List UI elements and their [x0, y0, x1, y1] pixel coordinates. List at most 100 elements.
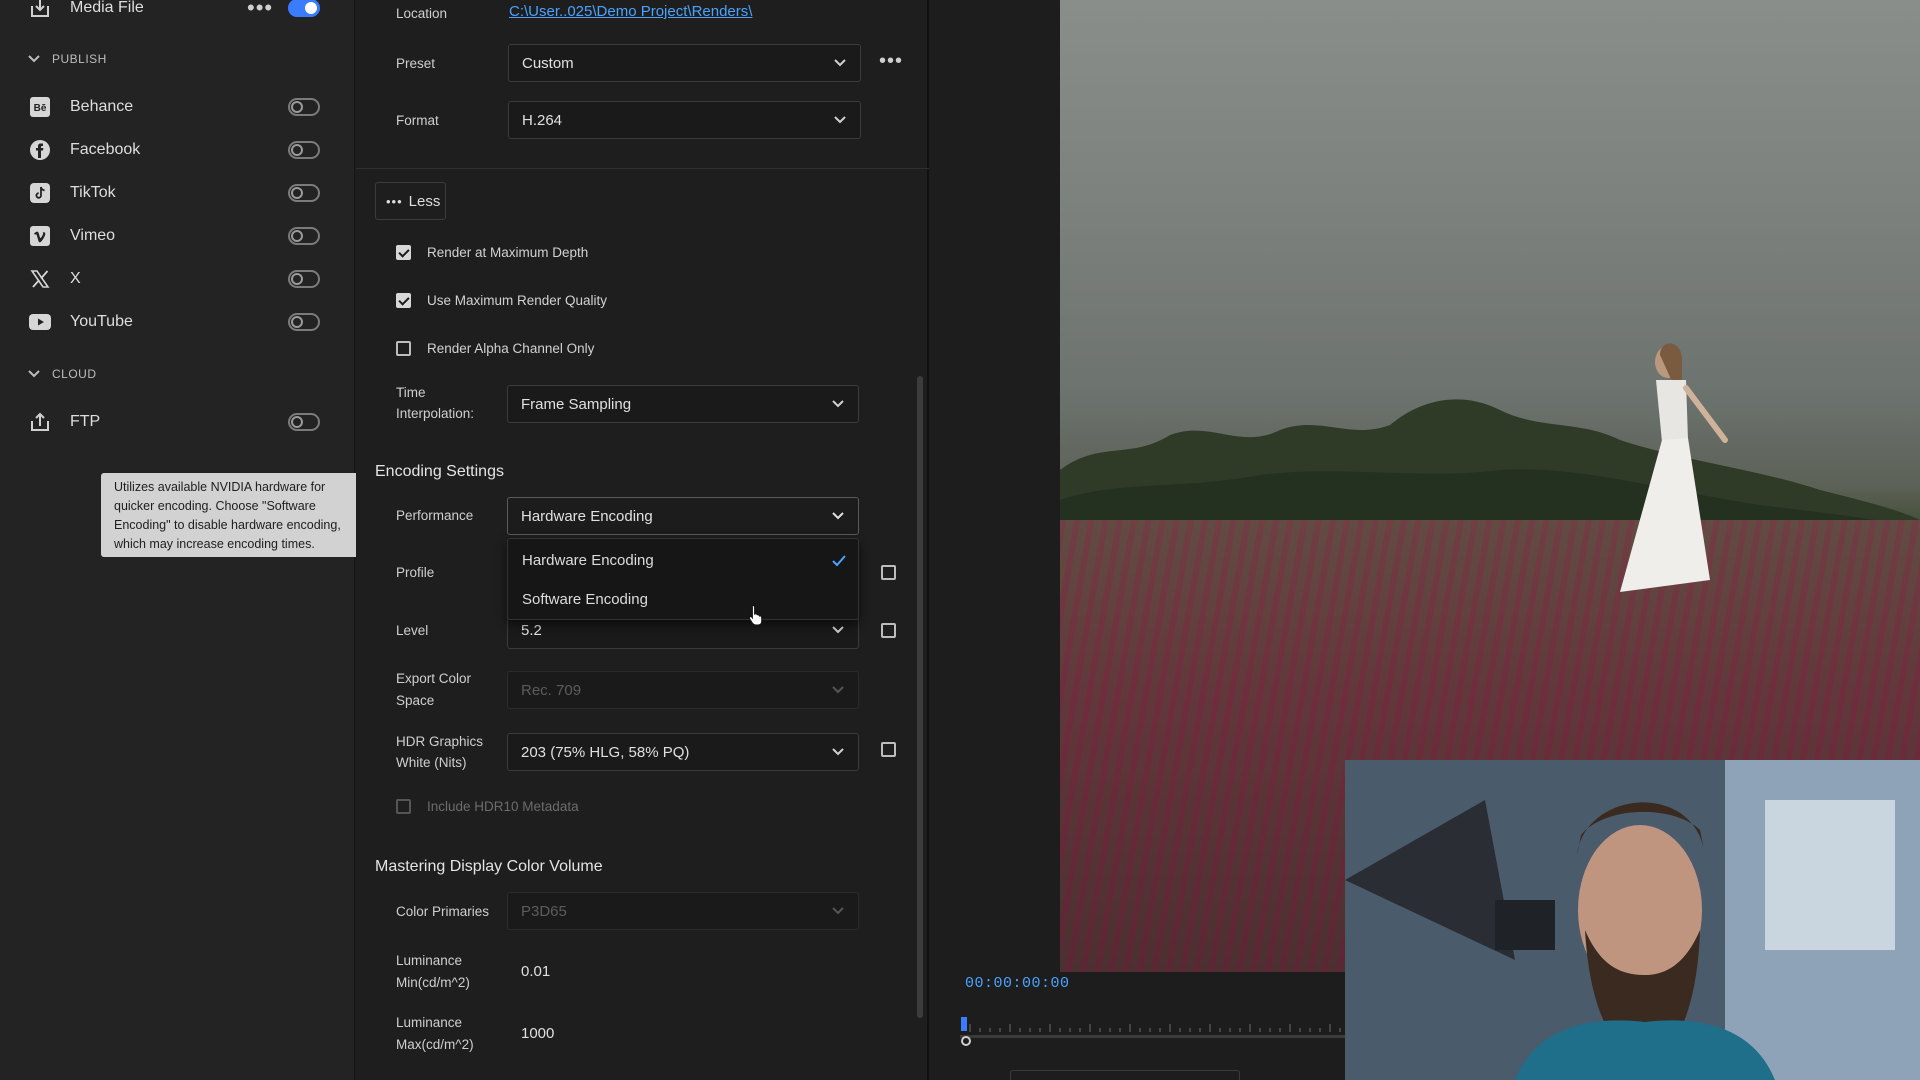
behance-toggle[interactable] — [288, 98, 320, 116]
luminance-min-value[interactable]: 0.01 — [521, 963, 550, 980]
export-color-space-label-1: Export Color — [396, 671, 472, 686]
export-color-space-label-2: Space — [396, 693, 435, 708]
timecode-display[interactable]: 00:00:00:00 — [965, 975, 1070, 992]
timeline-ruler[interactable] — [960, 1010, 1345, 1050]
less-button[interactable]: ••• Less — [375, 182, 446, 220]
publish-item-tiktok[interactable]: TikTok — [0, 173, 355, 213]
publish-item-youtube[interactable]: YouTube — [0, 302, 355, 342]
export-color-space-value: Rec. 709 — [521, 681, 582, 699]
cloud-section-header[interactable]: CLOUD — [28, 367, 97, 381]
bride-figure-image — [1620, 343, 1728, 592]
less-label: Less — [408, 192, 441, 210]
youtube-label: YouTube — [70, 313, 133, 330]
level-label: Level — [396, 623, 429, 638]
hdr-white-label-2: White (Nits) — [396, 755, 467, 770]
chevron-down-icon — [832, 400, 844, 408]
luminance-min-label-1: Luminance — [396, 953, 463, 968]
hdr10-metadata-checkbox — [396, 799, 411, 814]
export-icon — [29, 0, 51, 19]
settings-scrollbar[interactable] — [917, 376, 923, 1018]
behance-label: Behance — [70, 98, 134, 115]
time-interpolation-label-2: Interpolation: — [396, 406, 475, 421]
publish-item-facebook[interactable]: Facebook — [0, 130, 355, 170]
cloud-item-ftp[interactable]: FTP — [0, 402, 355, 442]
encoding-settings-title: Encoding Settings — [375, 463, 504, 480]
more-dots-icon: ••• — [386, 193, 403, 209]
ftp-toggle[interactable] — [288, 413, 320, 431]
ftp-label: FTP — [70, 413, 101, 430]
max-quality-checkbox[interactable] — [396, 293, 411, 308]
media-file-label: Media File — [70, 0, 144, 16]
tiktok-icon — [29, 182, 51, 204]
performance-label: Performance — [396, 508, 474, 523]
svg-text:Bē: Bē — [34, 103, 47, 114]
preset-value: Custom — [522, 54, 574, 72]
chevron-down-icon — [28, 370, 40, 378]
performance-value: Hardware Encoding — [521, 507, 653, 525]
max-depth-checkbox[interactable] — [396, 245, 411, 260]
profile-label: Profile — [396, 565, 435, 580]
chevron-down-icon — [832, 626, 844, 634]
luminance-min-label-2: Min(cd/m^2) — [396, 975, 470, 990]
facebook-label: Facebook — [70, 141, 141, 158]
upload-icon — [29, 411, 51, 433]
vimeo-icon — [29, 225, 51, 247]
profile-checkbox[interactable] — [881, 565, 896, 580]
youtube-toggle[interactable] — [288, 313, 320, 331]
hdr10-metadata-label: Include HDR10 Metadata — [427, 799, 579, 814]
behance-icon: Bē — [29, 96, 51, 118]
menu-item-software-encoding[interactable]: Software Encoding — [522, 591, 648, 608]
hdr-white-label-1: HDR Graphics — [396, 734, 484, 749]
facebook-toggle[interactable] — [288, 141, 320, 159]
chevron-down-icon — [832, 907, 844, 915]
tiktok-label: TikTok — [70, 184, 116, 201]
alpha-only-label: Render Alpha Channel Only — [427, 341, 595, 356]
format-value: H.264 — [522, 111, 563, 129]
preset-label: Preset — [396, 56, 436, 71]
location-link[interactable]: C:\User..025\Demo Project\Renders\ — [509, 3, 752, 20]
presenter-image — [1345, 760, 1920, 1080]
tiktok-toggle[interactable] — [288, 184, 320, 202]
chevron-down-icon — [832, 748, 844, 756]
hdr-white-dropdown[interactable]: 203 (75% HLG, 58% PQ) — [507, 733, 859, 771]
chevron-down-icon — [832, 512, 844, 520]
performance-menu: Hardware Encoding Software Encoding — [507, 538, 859, 620]
chevron-down-icon — [832, 686, 844, 694]
more-options-icon[interactable]: ••• — [247, 0, 273, 21]
format-dropdown[interactable]: H.264 — [508, 101, 861, 139]
publish-item-x[interactable]: X — [0, 259, 355, 299]
chevron-down-icon — [834, 116, 846, 124]
menu-item-hardware-encoding[interactable]: Hardware Encoding — [522, 552, 654, 569]
publish-item-vimeo[interactable]: Vimeo — [0, 216, 355, 256]
preset-more-icon[interactable]: ••• — [879, 50, 903, 73]
luminance-max-value[interactable]: 1000 — [521, 1025, 554, 1042]
alpha-only-checkbox[interactable] — [396, 341, 411, 356]
hdr-white-checkbox[interactable] — [881, 742, 896, 757]
time-interpolation-dropdown[interactable]: Frame Sampling — [507, 385, 859, 423]
preset-dropdown[interactable]: Custom — [508, 44, 861, 82]
time-interpolation-label-1: Time — [396, 385, 426, 400]
x-toggle[interactable] — [288, 270, 320, 288]
media-file-toggle[interactable] — [288, 0, 320, 17]
export-color-space-dropdown: Rec. 709 — [507, 671, 859, 709]
media-file-row[interactable]: Media File ••• — [0, 0, 355, 28]
performance-dropdown[interactable]: Hardware Encoding — [507, 497, 859, 535]
facebook-icon — [29, 139, 51, 161]
publish-item-behance[interactable]: Bē Behance — [0, 87, 355, 127]
checkmark-icon — [832, 555, 846, 567]
vimeo-toggle[interactable] — [288, 227, 320, 245]
level-value: 5.2 — [521, 621, 542, 639]
color-primaries-value: P3D65 — [521, 902, 567, 920]
max-quality-label: Use Maximum Render Quality — [427, 293, 608, 308]
publish-section-header[interactable]: PUBLISH — [28, 52, 107, 66]
max-depth-label: Render at Maximum Depth — [427, 245, 589, 260]
webcam-overlay-image — [1345, 760, 1920, 1080]
mouse-cursor-icon — [748, 604, 763, 626]
panel-divider — [356, 168, 929, 169]
mastering-display-title: Mastering Display Color Volume — [375, 858, 603, 875]
level-checkbox[interactable] — [881, 623, 896, 638]
cloud-header-label: CLOUD — [52, 367, 97, 381]
luminance-max-label-2: Max(cd/m^2) — [396, 1037, 474, 1052]
color-primaries-label: Color Primaries — [396, 904, 490, 919]
performance-tooltip: Utilizes available NVIDIA hardware for q… — [101, 473, 371, 557]
